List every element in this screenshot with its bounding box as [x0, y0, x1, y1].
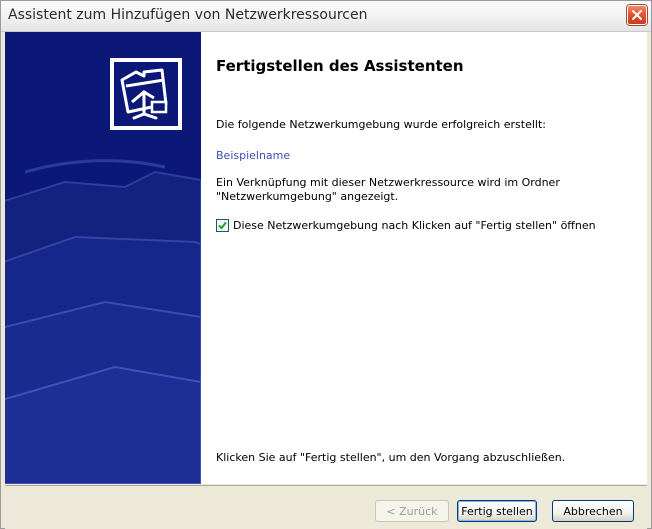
window-title: Assistent zum Hinzufügen von Netzwerkres…: [8, 7, 368, 23]
page-title: Fertigstellen des Assistenten: [216, 57, 464, 75]
wizard-main: Fertigstellen des Assistenten Die folgen…: [201, 32, 647, 484]
wizard-sidebar: [5, 32, 201, 484]
finish-button[interactable]: Fertig stellen: [457, 500, 537, 522]
close-icon: [632, 10, 642, 20]
wizard-icon-frame: [110, 58, 182, 130]
resource-name: Beispielname: [216, 149, 291, 162]
button-bar: < Zurück Fertig stellen Abbrechen: [5, 485, 647, 529]
open-after-finish-checkbox[interactable]: [216, 219, 229, 232]
success-message: Die folgende Netzwerkumgebung wurde erfo…: [216, 118, 546, 131]
cancel-button[interactable]: Abbrechen: [552, 500, 634, 522]
title-bar[interactable]: Assistent zum Hinzufügen von Netzwerkres…: [1, 1, 651, 32]
checkmark-icon: [218, 221, 227, 230]
close-button[interactable]: [627, 5, 647, 25]
open-after-finish-label[interactable]: Diese Netzwerkumgebung nach Klicken auf …: [233, 219, 596, 232]
info-message: Ein Verknüpfung mit dieser Netzwerkresso…: [216, 176, 560, 203]
open-after-finish-option[interactable]: Diese Netzwerkumgebung nach Klicken auf …: [216, 219, 596, 232]
wizard-content: Fertigstellen des Assistenten Die folgen…: [5, 32, 647, 484]
wizard-window: Assistent zum Hinzufügen von Netzwerkres…: [0, 0, 652, 529]
back-button[interactable]: < Zurück: [375, 500, 449, 522]
network-folder-icon: [114, 62, 178, 126]
finish-hint: Klicken Sie auf "Fertig stellen", um den…: [216, 451, 566, 464]
